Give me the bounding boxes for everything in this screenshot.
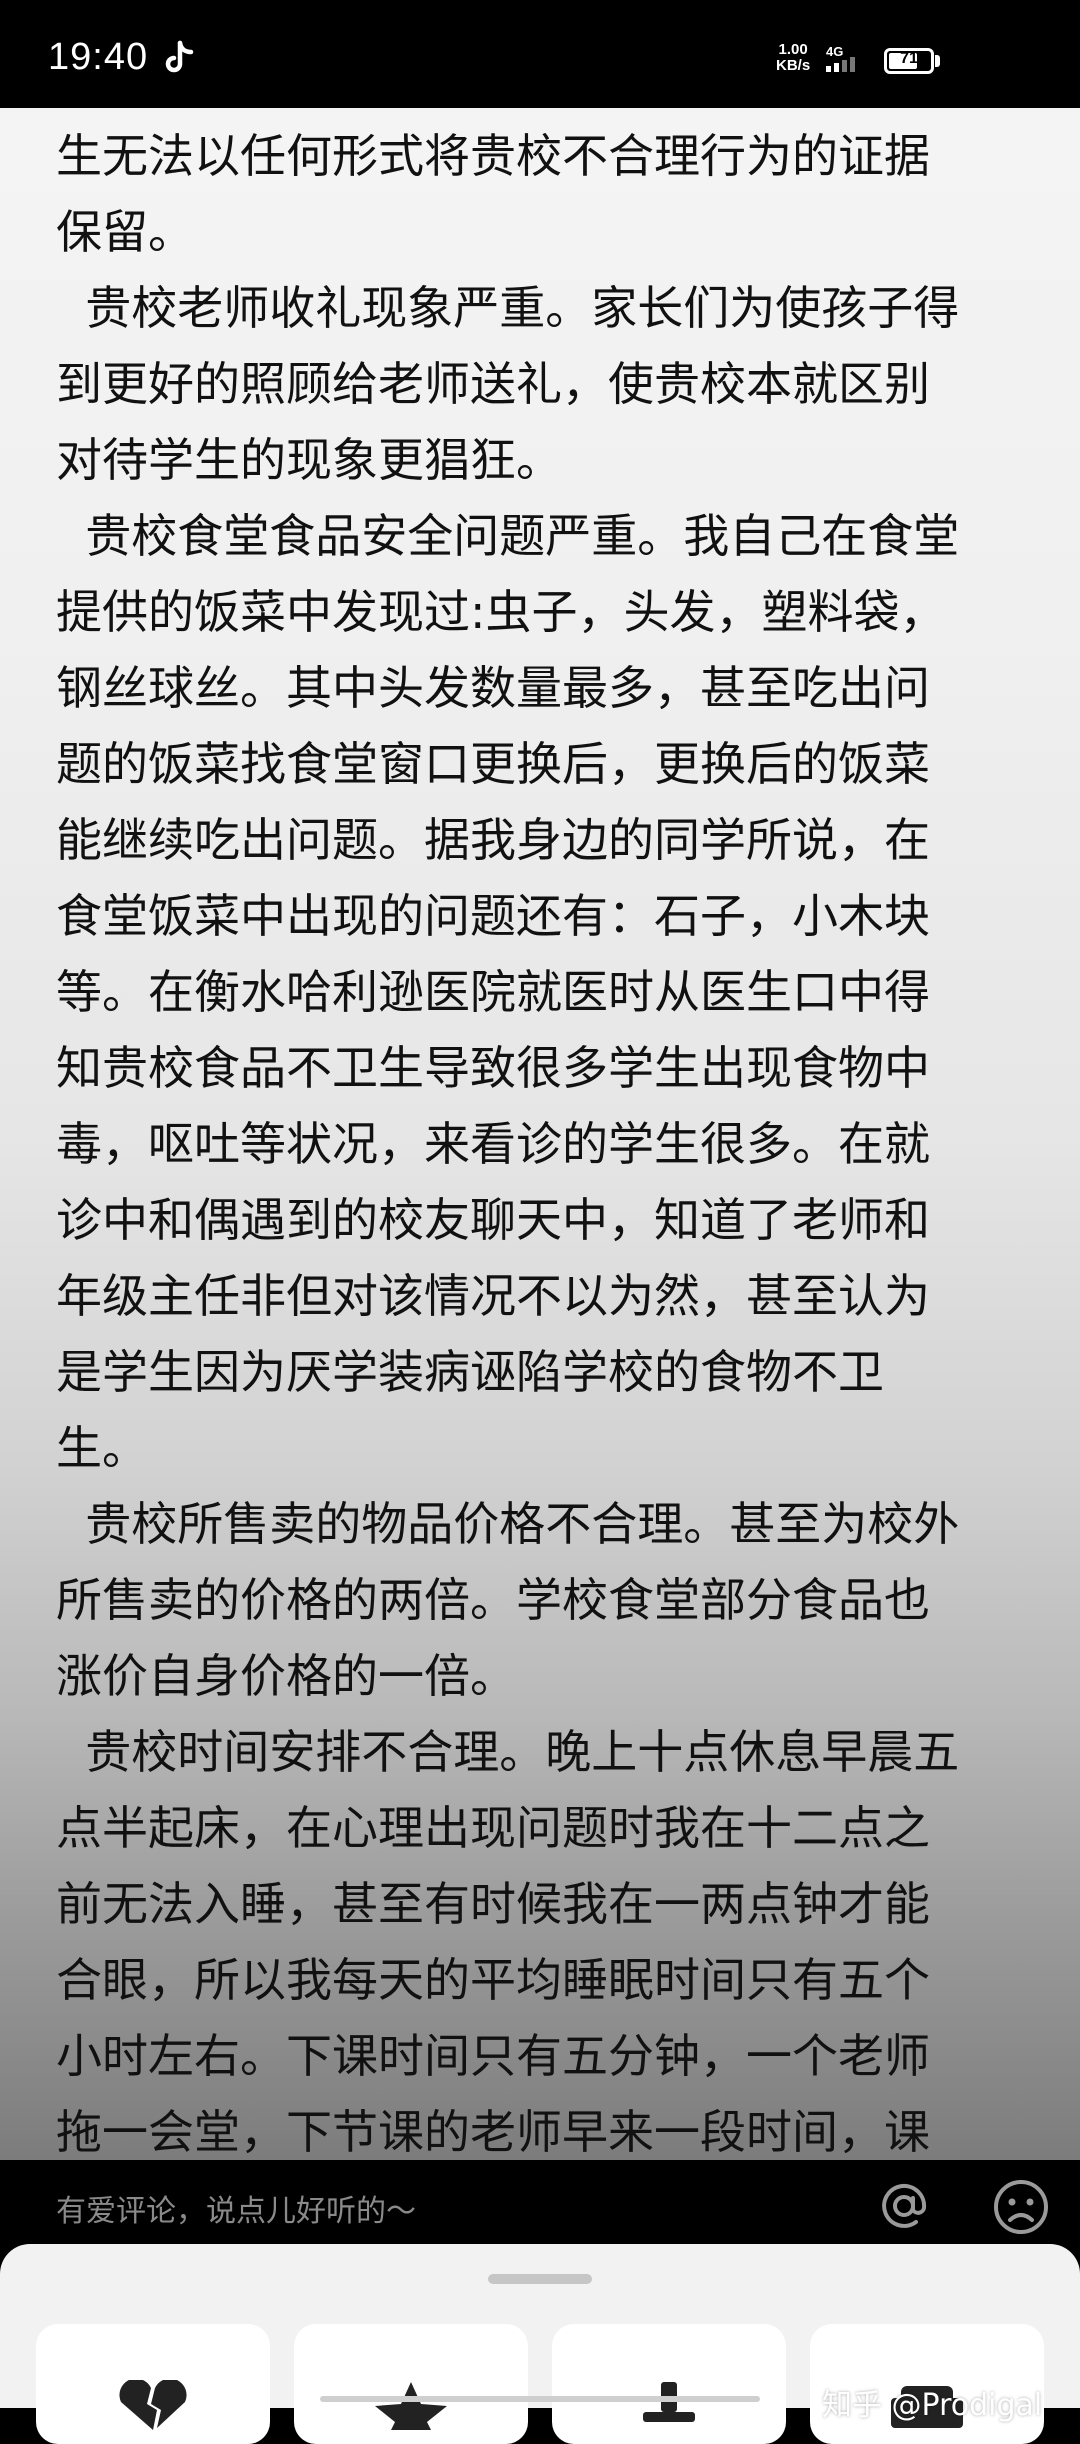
net-speed-unit: KB/s [776, 57, 811, 74]
signal-icon: 4G [826, 44, 855, 72]
article-text: 生无法以任何形式将贵校不合理行为的证据 保留。 贵校老师收礼现象严重。家长们为使… [56, 118, 1026, 2160]
battery-icon: 71 [884, 48, 934, 74]
pin-card[interactable] [552, 2324, 786, 2444]
favorite-card[interactable] [294, 2324, 528, 2444]
net-speed-value: 1.00 [778, 41, 808, 58]
star-icon [375, 2382, 447, 2430]
pin-icon [643, 2382, 695, 2422]
battery-level: 71 [900, 50, 918, 67]
article-paragraph: 贵校时间安排不合理。晚上十点休息早晨五 点半起床，在心理出现问题时我在十二点之 … [56, 1725, 960, 2159]
net-speed: 1.00 KB/s [776, 42, 810, 74]
network-label: 4G [826, 44, 843, 59]
article-paragraph: 生无法以任何形式将贵校不合理行为的证据 保留。 [56, 129, 930, 259]
emoji-icon[interactable] [992, 2178, 1050, 2236]
broken-heart-icon [119, 2380, 187, 2430]
article-photo: 生无法以任何形式将贵校不合理行为的证据 保留。 贵校老师收礼现象严重。家长们为使… [0, 108, 1080, 2160]
status-time: 19:40 [48, 36, 149, 78]
dislike-card[interactable] [36, 2324, 270, 2444]
comment-input[interactable]: 有爱评论，说点儿好听的～ [56, 2186, 416, 2230]
status-bar: 19:40 1.00 KB/s 4G 71 [0, 0, 1080, 108]
sheet-handle[interactable] [488, 2274, 592, 2284]
home-indicator [320, 2396, 760, 2402]
article-paragraph: 贵校老师收礼现象严重。家长们为使孩子得 到更好的照顾给老师送礼，使贵校本就区别 … [56, 281, 960, 487]
tiktok-icon [165, 40, 194, 73]
battery-tip [935, 55, 940, 67]
article-paragraph: 贵校所售卖的物品价格不合理。甚至为校外 所售卖的价格的两倍。学校食堂部分食品也 … [56, 1497, 960, 1703]
article-paragraph: 贵校食堂食品安全问题严重。我自己在食堂 提供的饭菜中发现过:虫子，头发，塑料袋，… [56, 509, 960, 1475]
zhihu-watermark: 知乎 @Prodigal [822, 2388, 1043, 2423]
at-icon[interactable] [876, 2178, 932, 2234]
comment-bar: 有爱评论，说点儿好听的～ [0, 2160, 1080, 2246]
